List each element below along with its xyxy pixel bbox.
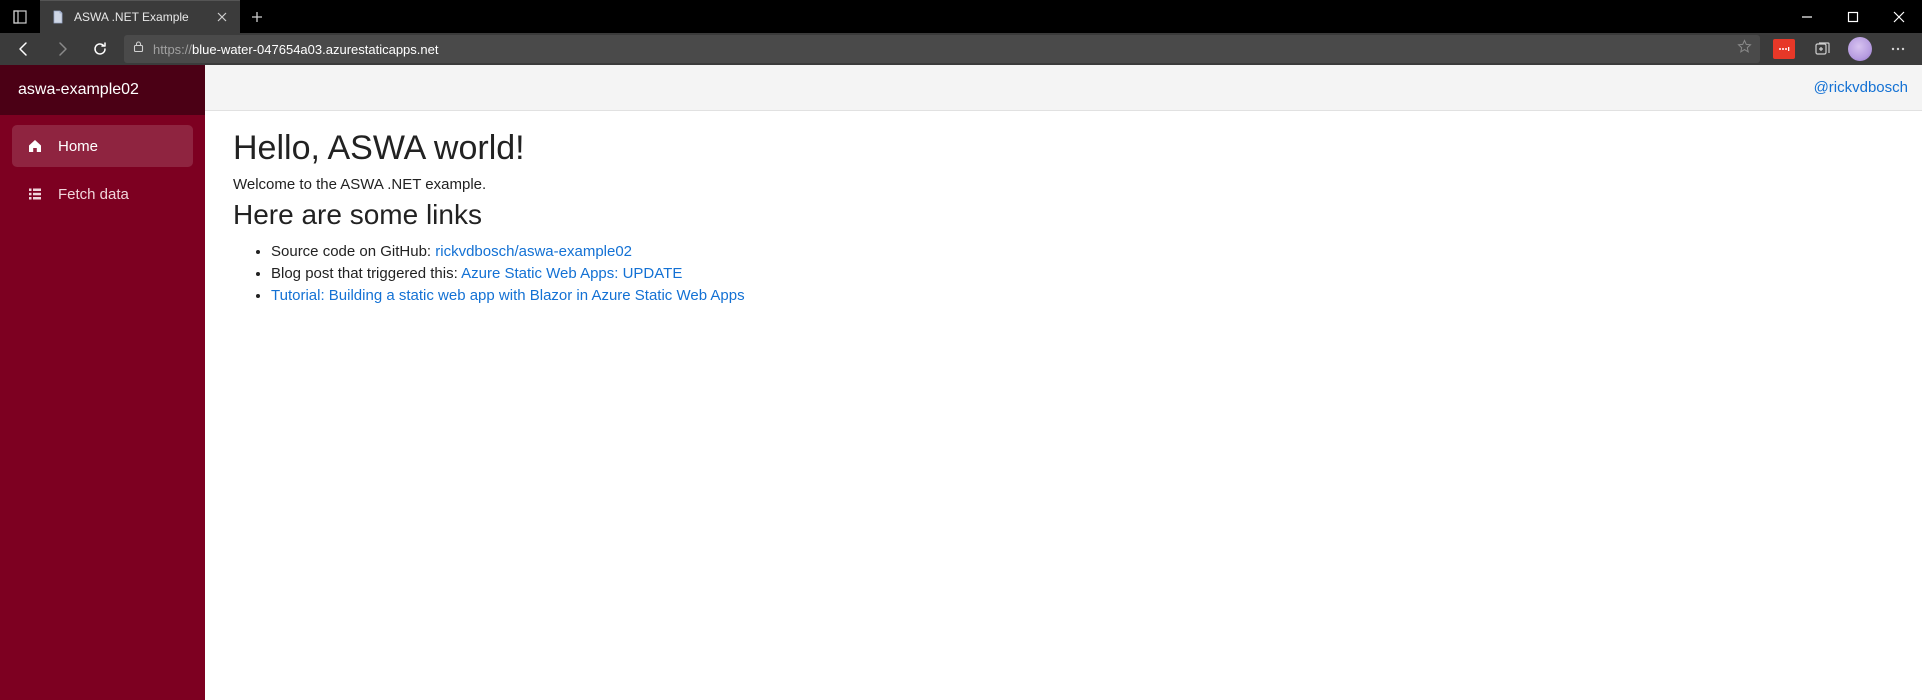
sidebar: aswa-example02 Home Fetch data	[0, 65, 205, 700]
tab-actions-icon[interactable]	[0, 0, 40, 33]
top-strip: @rickvdbosch	[205, 65, 1922, 111]
sidebar-item-fetch-data[interactable]: Fetch data	[12, 173, 193, 215]
collections-icon[interactable]	[1804, 33, 1840, 65]
page-content: Hello, ASWA world! Welcome to the ASWA .…	[205, 111, 1922, 324]
avatar	[1848, 37, 1872, 61]
window-titlebar: ASWA .NET Example	[0, 0, 1922, 33]
sidebar-title: aswa-example02	[0, 65, 205, 115]
profile-button[interactable]	[1842, 33, 1878, 65]
list-item: Tutorial: Building a static web app with…	[271, 285, 1894, 307]
list-icon	[26, 185, 44, 203]
page-icon	[50, 9, 66, 25]
minimize-button[interactable]	[1784, 0, 1830, 33]
extension-lastpass[interactable]	[1766, 33, 1802, 65]
close-window-button[interactable]	[1876, 0, 1922, 33]
list-item: Blog post that triggered this: Azure Sta…	[271, 263, 1894, 285]
page-title: Hello, ASWA world!	[233, 129, 1894, 168]
address-bar[interactable]: https://blue-water-047654a03.azurestatic…	[124, 35, 1760, 63]
links-list: Source code on GitHub: rickvdbosch/aswa-…	[271, 241, 1894, 306]
tab-title: ASWA .NET Example	[74, 10, 206, 24]
back-button[interactable]	[6, 33, 42, 65]
links-heading: Here are some links	[233, 199, 1894, 231]
list-item: Source code on GitHub: rickvdbosch/aswa-…	[271, 241, 1894, 263]
url-text: https://blue-water-047654a03.azurestatic…	[153, 42, 1729, 57]
maximize-button[interactable]	[1830, 0, 1876, 33]
home-icon	[26, 137, 44, 155]
browser-tab[interactable]: ASWA .NET Example	[40, 0, 240, 33]
refresh-button[interactable]	[82, 33, 118, 65]
browser-toolbar: https://blue-water-047654a03.azurestatic…	[0, 33, 1922, 65]
welcome-text: Welcome to the ASWA .NET example.	[233, 176, 1894, 193]
new-tab-button[interactable]	[240, 0, 273, 33]
favorite-icon[interactable]	[1737, 39, 1752, 59]
link-tutorial[interactable]: Tutorial: Building a static web app with…	[271, 287, 745, 304]
about-link[interactable]: @rickvdbosch	[1814, 79, 1908, 96]
lock-icon	[132, 40, 145, 58]
close-tab-icon[interactable]	[214, 9, 230, 25]
link-blog[interactable]: Azure Static Web Apps: UPDATE	[461, 265, 682, 282]
settings-menu-icon[interactable]	[1880, 33, 1916, 65]
forward-button[interactable]	[44, 33, 80, 65]
sidebar-item-label: Home	[58, 138, 98, 155]
link-github[interactable]: rickvdbosch/aswa-example02	[435, 243, 632, 260]
sidebar-item-label: Fetch data	[58, 186, 129, 203]
sidebar-item-home[interactable]: Home	[12, 125, 193, 167]
